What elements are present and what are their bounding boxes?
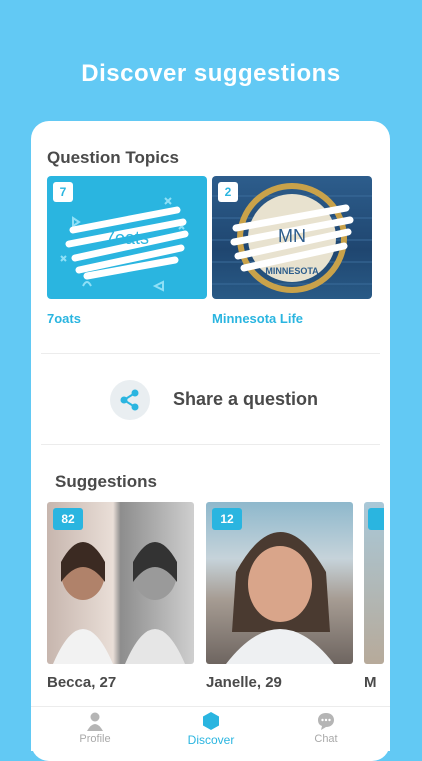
tab-profile[interactable]: Profile [55, 711, 135, 745]
share-question-row[interactable]: Share a question [31, 356, 390, 446]
suggestion-count-badge: 12 [212, 508, 242, 530]
tab-label: Profile [79, 733, 111, 745]
topic-label-7oats[interactable]: 7oats [47, 311, 81, 326]
share-icon [120, 389, 139, 411]
suggestion-name[interactable]: Becca, 27 [47, 674, 116, 691]
suggestion-card-becca[interactable]: 82 [47, 502, 194, 664]
tab-label: Discover [187, 733, 235, 747]
topic-count-badge: 7 [53, 182, 73, 202]
divider [41, 353, 380, 354]
page-headline: Discover suggestions [81, 60, 341, 87]
suggestion-count-badge: 82 [53, 508, 83, 530]
suggestion-name[interactable]: M [364, 674, 377, 691]
seal-text: MINNESOTA [265, 266, 319, 276]
discover-card: Question Topics 7 7oats 7oats 2 MN MINNE… [31, 121, 390, 761]
tab-chat[interactable]: Chat [286, 711, 366, 745]
topic-tile-minnesota-life[interactable]: 2 MN MINNESOTA [212, 176, 372, 299]
topic-count-badge: 2 [218, 182, 238, 202]
topic-label-minnesota-life[interactable]: Minnesota Life [212, 311, 303, 326]
suggestion-card-partial[interactable] [364, 502, 384, 664]
topic-tile-text: 7oats [104, 228, 150, 248]
topic-tile-text: MN [278, 226, 306, 246]
suggestion-card-janelle[interactable]: 12 [206, 502, 353, 664]
share-button[interactable] [110, 380, 150, 420]
tab-discover[interactable]: Discover [171, 711, 251, 747]
tab-label: Chat [314, 733, 338, 745]
divider [41, 444, 380, 445]
person-icon [87, 712, 103, 731]
chat-bubble-icon [318, 713, 334, 730]
topic-tile-7oats[interactable]: 7 7oats [47, 176, 207, 299]
question-topics-title: Question Topics [47, 148, 179, 167]
suggestions-title: Suggestions [55, 472, 158, 491]
share-question-label[interactable]: Share a question [173, 389, 318, 410]
suggestion-name[interactable]: Janelle, 29 [206, 674, 282, 691]
suggestion-count-badge [368, 508, 384, 530]
bottom-tab-bar: Profile Discover Chat [31, 706, 390, 751]
hexagon-icon [203, 712, 219, 730]
